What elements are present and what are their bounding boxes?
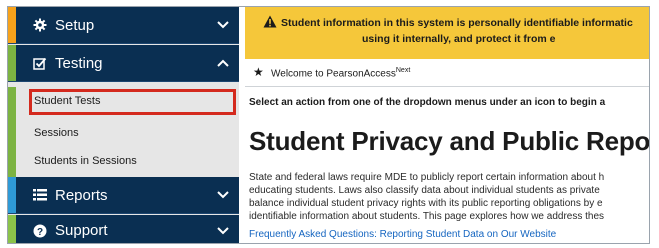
support-accent-stripe — [8, 215, 16, 243]
welcome-superscript: Next — [395, 67, 411, 74]
sidebar-item-label: Setup — [55, 17, 95, 34]
submenu-spacer — [8, 115, 239, 119]
sidebar-item-label: Testing — [55, 55, 103, 72]
testing-accent-stripe — [8, 87, 16, 115]
submenu-item-label: Sessions — [34, 127, 79, 139]
checkbox-icon — [33, 45, 47, 81]
reports-icon — [33, 177, 47, 213]
testing-accent-stripe — [8, 115, 16, 119]
sidebar-item-support[interactable]: ? Support — [8, 215, 239, 243]
alert-text-line-1: Student information in this system is pe… — [281, 17, 633, 29]
svg-text:?: ? — [37, 226, 43, 237]
welcome-bar: ★ Welcome to PearsonAccessNext — [245, 59, 649, 87]
app-window: Setup Testing Student Tests Sessions Stu… — [7, 6, 650, 244]
help-icon: ? — [33, 215, 47, 243]
highlight-box — [29, 89, 236, 115]
gear-icon — [33, 7, 47, 43]
sidebar-item-label: Support — [55, 222, 108, 239]
instruction-text: Select an action from one of the dropdow… — [249, 97, 606, 108]
main-content: Student information in this system is pe… — [245, 7, 650, 243]
chevron-down-icon — [217, 215, 229, 243]
sidebar-nav: Setup Testing Student Tests Sessions Stu… — [8, 7, 239, 243]
sidebar-item-label: Reports — [55, 187, 108, 204]
page-heading: Student Privacy and Public Repor — [249, 126, 650, 156]
paragraph-line: balance individual student privacy right… — [249, 198, 603, 209]
star-icon[interactable]: ★ — [253, 65, 264, 79]
chevron-down-icon — [217, 177, 229, 213]
testing-accent-stripe — [8, 45, 16, 81]
welcome-text: Welcome to PearsonAccessNext — [271, 67, 411, 80]
reports-accent-stripe — [8, 177, 16, 213]
paragraph-line: educating students. Laws also classify d… — [249, 185, 600, 196]
submenu-item-sessions[interactable]: Sessions — [8, 119, 239, 147]
testing-accent-stripe — [8, 119, 16, 147]
submenu-item-students-in-sessions[interactable]: Students in Sessions — [8, 147, 239, 175]
privacy-alert-banner: Student information in this system is pe… — [245, 7, 649, 59]
faq-link[interactable]: Frequently Asked Questions: Reporting St… — [249, 229, 556, 240]
sidebar-item-testing[interactable]: Testing — [8, 45, 239, 82]
privacy-paragraph: State and federal laws require MDE to pu… — [249, 171, 649, 223]
alert-text-line-2: using it internally, and protect it from… — [362, 33, 556, 45]
paragraph-line: identifiable information about students.… — [249, 211, 605, 222]
sidebar-item-setup[interactable]: Setup — [8, 7, 239, 44]
setup-accent-stripe — [8, 7, 16, 43]
sidebar-item-reports[interactable]: Reports — [8, 177, 239, 214]
testing-accent-stripe — [8, 147, 16, 175]
chevron-up-icon — [217, 45, 229, 81]
warning-icon — [263, 15, 277, 31]
submenu-item-label: Students in Sessions — [34, 155, 137, 167]
paragraph-line: State and federal laws require MDE to pu… — [249, 172, 605, 183]
chevron-down-icon — [217, 7, 229, 43]
